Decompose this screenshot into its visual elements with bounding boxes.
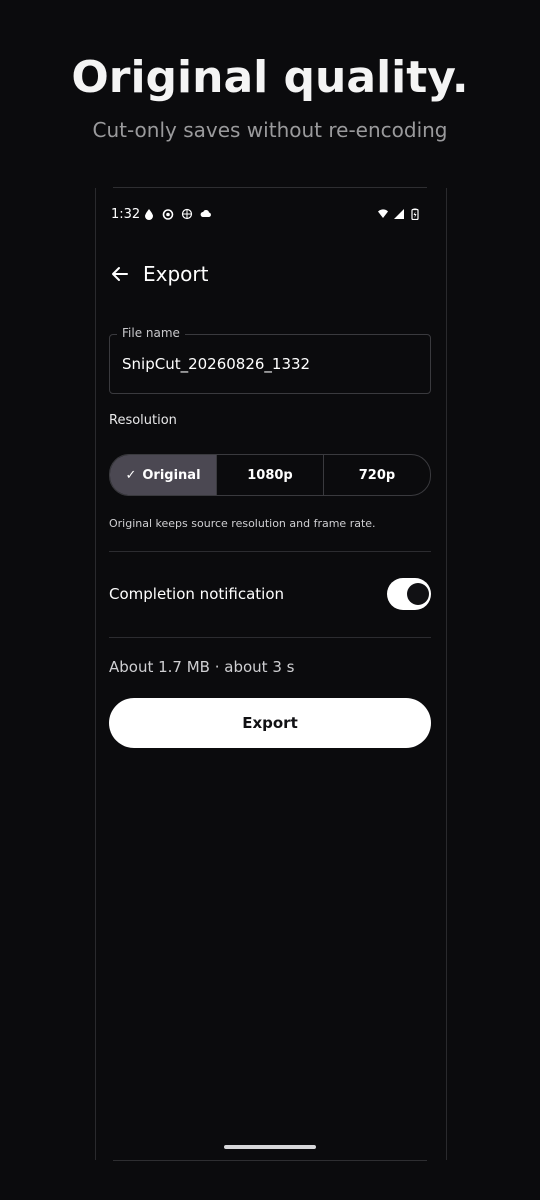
resolution-label: Resolution bbox=[109, 413, 177, 428]
resolution-option-label: 720p bbox=[358, 467, 396, 483]
export-button[interactable]: Export bbox=[109, 698, 431, 748]
battery-icon bbox=[411, 208, 419, 220]
drop-icon bbox=[145, 209, 153, 220]
home-indicator[interactable] bbox=[224, 1145, 316, 1149]
resolution-option-720p[interactable]: 720p bbox=[323, 455, 430, 495]
resolution-option-1080p[interactable]: 1080p bbox=[216, 455, 323, 495]
cloud-icon bbox=[200, 209, 211, 217]
camera-icon bbox=[162, 209, 174, 220]
hero-subtitle: Cut-only saves without re-encoding bbox=[92, 118, 448, 142]
toggle-knob bbox=[407, 583, 429, 605]
wifi-icon bbox=[378, 209, 388, 218]
globe-icon bbox=[181, 208, 193, 220]
page-title: Export bbox=[143, 262, 209, 286]
status-bar: 1:32 bbox=[111, 206, 429, 226]
phone-top-edge bbox=[113, 187, 427, 188]
resolution-option-label: Original bbox=[142, 467, 201, 483]
phone-bottom-edge bbox=[113, 1160, 427, 1161]
signal-icon bbox=[394, 209, 404, 219]
export-estimate: About 1.7 MB · about 3 s bbox=[109, 658, 295, 676]
completion-notification-label: Completion notification bbox=[109, 585, 285, 603]
hero-title: Original quality. bbox=[71, 52, 469, 103]
check-icon: ✓ bbox=[125, 467, 137, 483]
completion-notification-toggle[interactable] bbox=[387, 578, 431, 610]
resolution-helper-text: Original keeps source resolution and fra… bbox=[109, 517, 376, 530]
resolution-segmented-control: ✓ Original 1080p 720p bbox=[109, 454, 431, 496]
divider bbox=[109, 551, 431, 552]
back-arrow-icon[interactable] bbox=[108, 262, 132, 286]
status-time: 1:32 bbox=[111, 207, 141, 222]
divider bbox=[109, 637, 431, 638]
file-name-value[interactable]: SnipCut_20260826_1332 bbox=[122, 355, 310, 373]
file-name-label: File name bbox=[117, 326, 185, 340]
resolution-option-original[interactable]: ✓ Original bbox=[110, 455, 216, 495]
resolution-option-label: 1080p bbox=[247, 467, 293, 483]
